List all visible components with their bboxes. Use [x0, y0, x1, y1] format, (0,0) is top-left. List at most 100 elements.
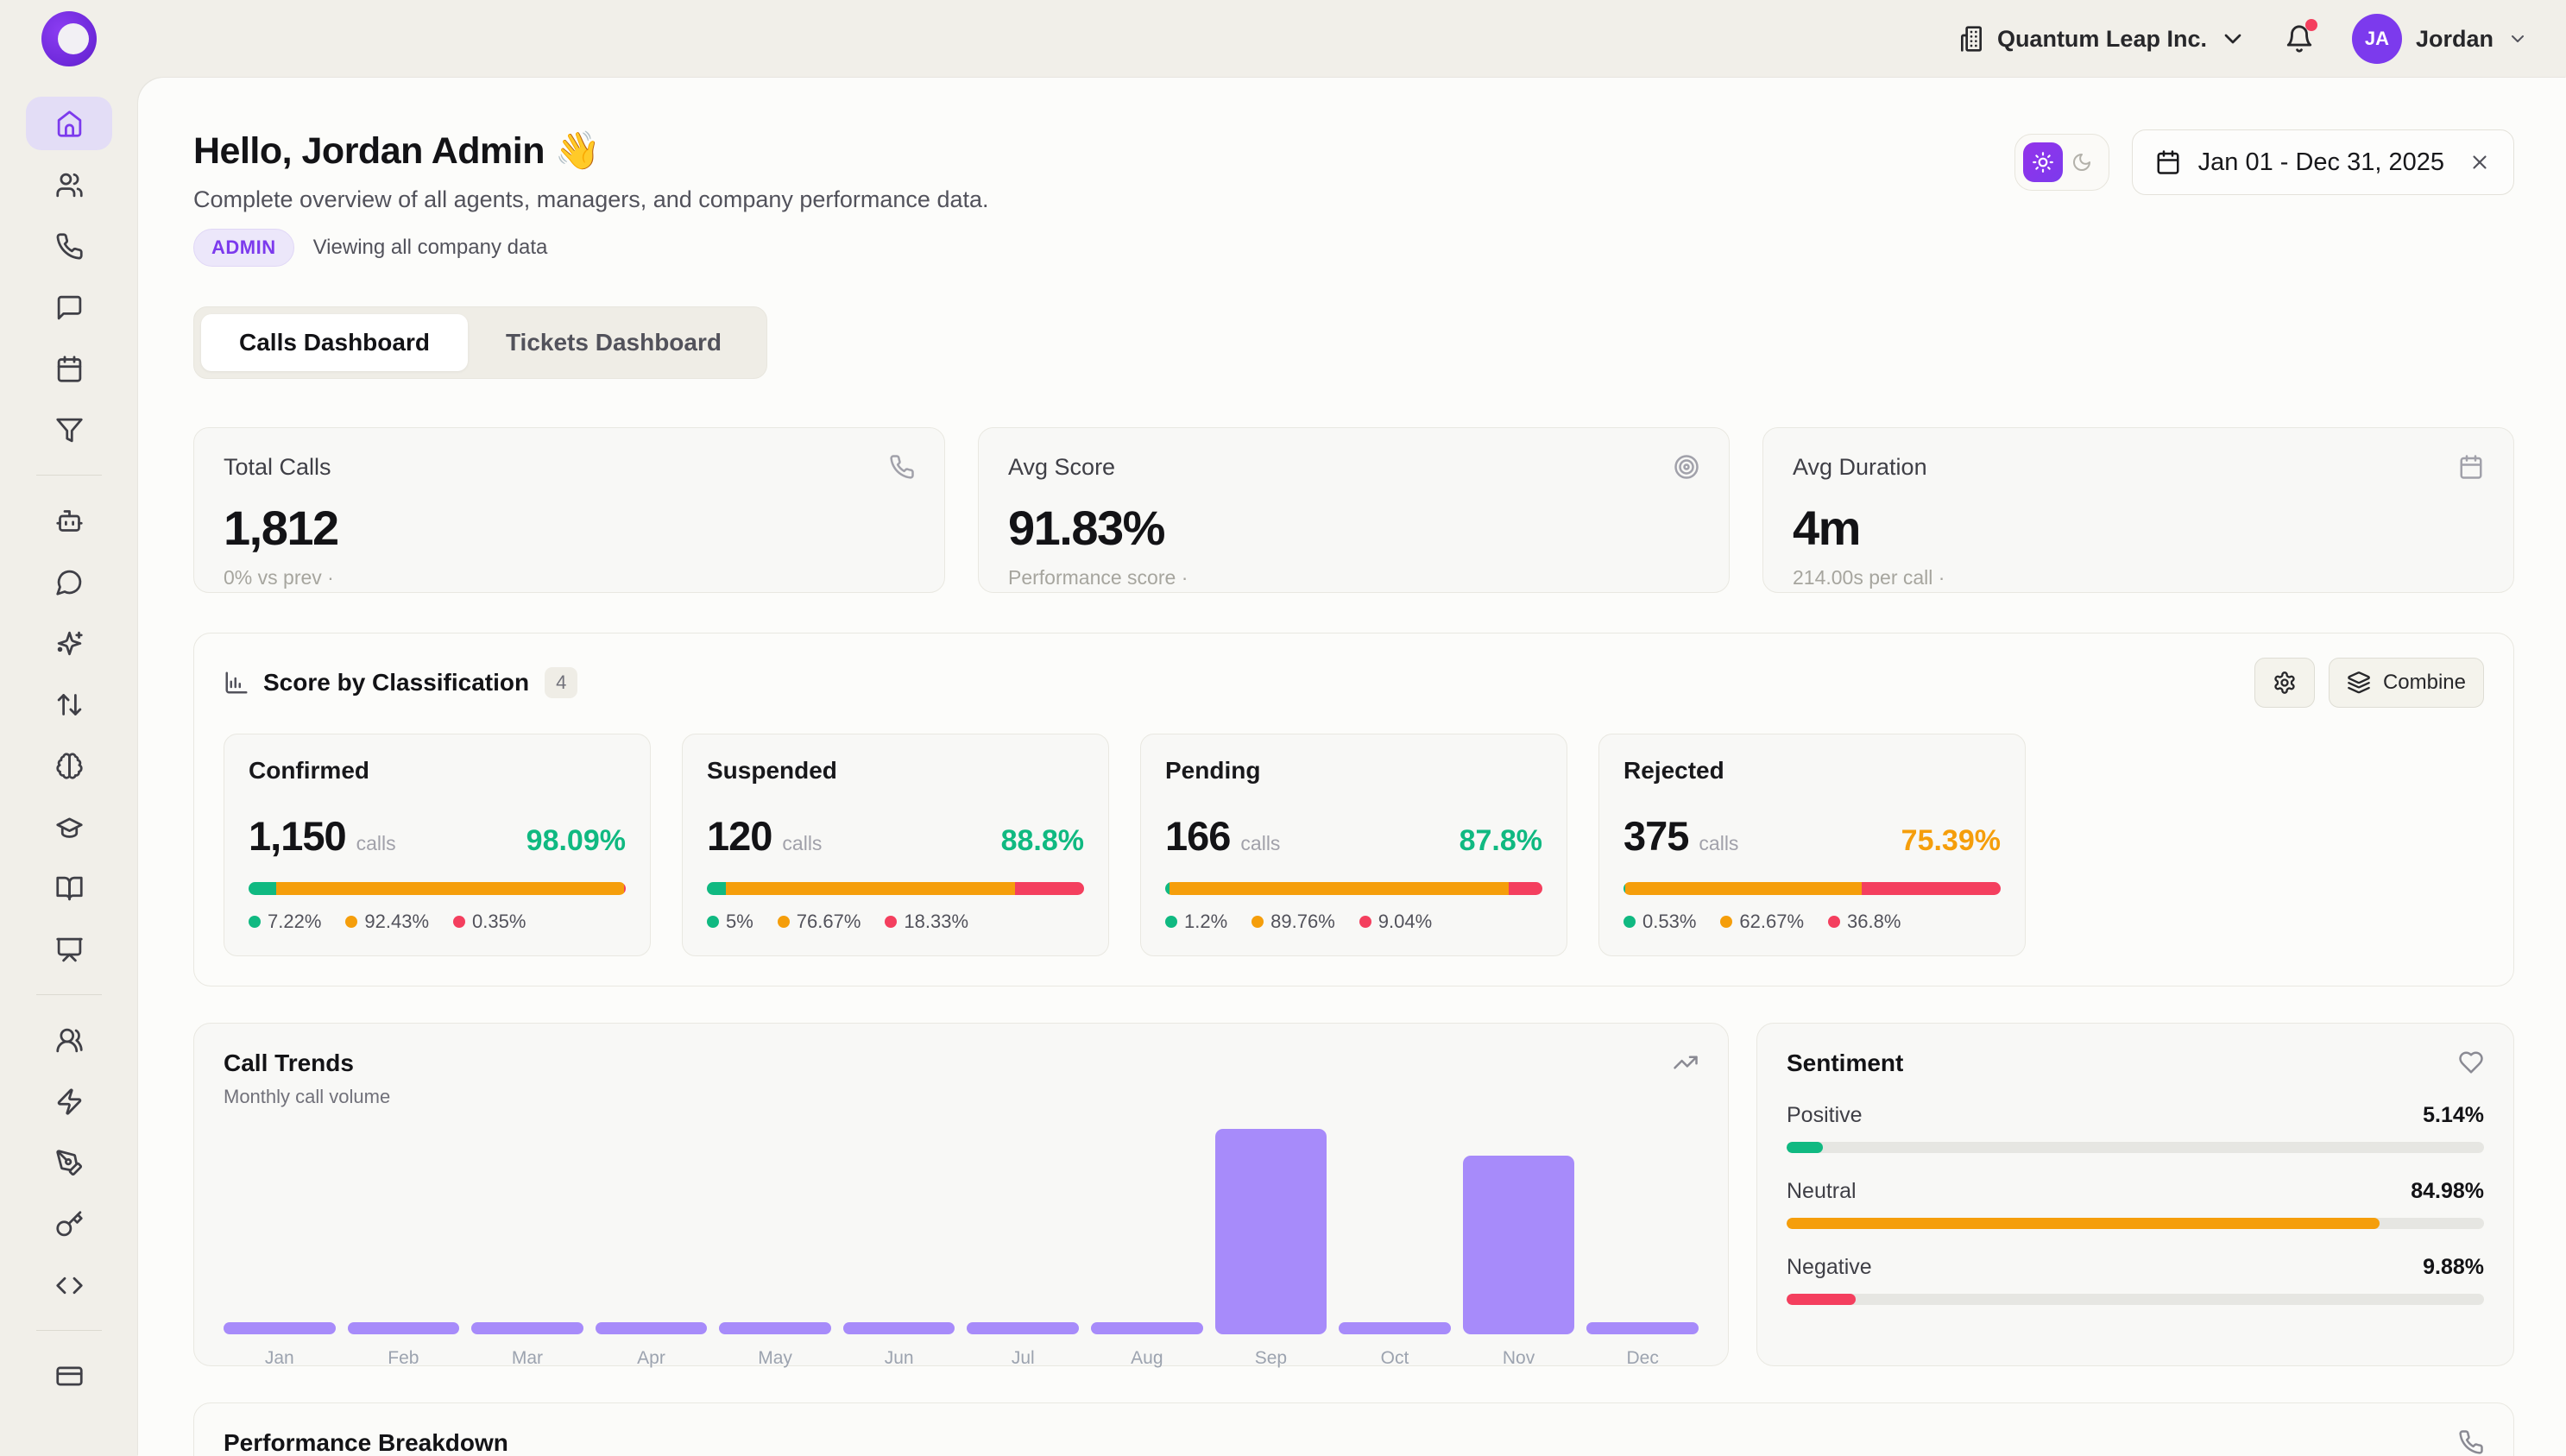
chart-bar[interactable] — [224, 1322, 336, 1334]
legend-dot — [885, 916, 897, 928]
bar-segment — [707, 882, 726, 895]
sentiment-label: Positive — [1787, 1103, 1863, 1128]
light-mode-button[interactable] — [2023, 142, 2063, 182]
call-trends-chart — [224, 1117, 1699, 1334]
sidebar-item-presentation[interactable] — [26, 923, 112, 976]
chart-bar[interactable] — [1215, 1129, 1327, 1334]
bar-segment — [1170, 882, 1508, 895]
chart-bar[interactable] — [1463, 1156, 1575, 1334]
classification-card-suspended: Suspended120calls88.8%5%76.67%18.33% — [682, 734, 1109, 956]
chart-bar[interactable] — [1091, 1322, 1203, 1334]
calendar-icon — [2458, 454, 2484, 480]
credit-card-icon — [55, 1362, 84, 1390]
classification-calls: 375 — [1623, 812, 1688, 860]
legend-item: 0.53% — [1623, 911, 1696, 933]
sidebar-item-message-circle[interactable] — [26, 555, 112, 608]
chart-bar[interactable] — [348, 1322, 460, 1334]
zap-icon — [55, 1087, 84, 1116]
pen-tool-icon — [55, 1149, 84, 1177]
chevron-down-icon — [2219, 25, 2247, 53]
stat-card-avg-score: Avg Score 91.83% Performance score · — [978, 427, 1730, 593]
chart-bar[interactable] — [596, 1322, 708, 1334]
main-panel: Hello, Jordan Admin 👋 Complete overview … — [138, 78, 2566, 1456]
theme-toggle[interactable] — [2014, 134, 2109, 191]
classification-score: 87.8% — [1460, 824, 1542, 858]
sentiment-label: Negative — [1787, 1255, 1872, 1280]
tab-calls-dashboard[interactable]: Calls Dashboard — [201, 314, 468, 371]
sidebar-item-zap[interactable] — [26, 1075, 112, 1128]
chart-bar[interactable] — [719, 1322, 831, 1334]
bar-segment — [624, 882, 626, 895]
sidebar-item-users[interactable] — [26, 158, 112, 211]
axis-label: Jan — [224, 1348, 336, 1369]
sidebar-item-phone[interactable] — [26, 219, 112, 273]
card-title: Sentiment — [1787, 1049, 1903, 1077]
sidebar-item-graduation-cap[interactable] — [26, 800, 112, 854]
date-range-label: Jan 01 - Dec 31, 2025 — [2198, 148, 2444, 177]
classification-legend: 5%76.67%18.33% — [707, 911, 1084, 933]
chart-bar[interactable] — [967, 1322, 1079, 1334]
chart-bar[interactable] — [471, 1322, 583, 1334]
chart-column-dec — [1586, 1117, 1699, 1334]
sidebar-item-message-square[interactable] — [26, 280, 112, 334]
sidebar-item-calendar[interactable] — [26, 342, 112, 395]
classification-card-pending: Pending166calls87.8%1.2%89.76%9.04% — [1140, 734, 1567, 956]
chart-bar[interactable] — [1339, 1322, 1451, 1334]
sidebar-item-bot[interactable] — [26, 494, 112, 547]
chart-column-sep — [1215, 1117, 1327, 1334]
user-menu[interactable]: JA Jordan — [2352, 14, 2528, 64]
sidebar-item-arrows-up-down[interactable] — [26, 678, 112, 731]
sidebar-item-users-round[interactable] — [26, 1013, 112, 1067]
sidebar-item-code[interactable] — [26, 1258, 112, 1312]
axis-label: Oct — [1339, 1348, 1451, 1369]
sidebar-item-filter[interactable] — [26, 403, 112, 457]
bar-segment — [1015, 882, 1084, 895]
phone-icon — [2458, 1429, 2484, 1455]
classification-calls: 166 — [1165, 812, 1230, 860]
chart-bar[interactable] — [843, 1322, 955, 1334]
sidebar-item-home[interactable] — [26, 97, 112, 150]
chart-column-feb — [348, 1117, 460, 1334]
calendar-icon — [2155, 149, 2181, 175]
sidebar-item-key[interactable] — [26, 1197, 112, 1251]
classification-score: 75.39% — [1901, 824, 2001, 858]
classification-score: 88.8% — [1001, 824, 1084, 858]
clear-date-button[interactable] — [2468, 151, 2491, 173]
combine-button[interactable]: Combine — [2329, 658, 2484, 708]
sidebar-divider — [36, 994, 102, 995]
sidebar-item-book-open[interactable] — [26, 861, 112, 915]
section-title: Performance Breakdown — [224, 1429, 508, 1456]
chart-column-nov — [1463, 1117, 1575, 1334]
app-logo[interactable] — [41, 11, 97, 66]
chart-bar[interactable] — [1586, 1322, 1699, 1334]
sidebar-item-credit-card[interactable] — [26, 1349, 112, 1402]
sidebar-item-sparkles[interactable] — [26, 616, 112, 670]
legend-dot — [1165, 916, 1177, 928]
heart-icon — [2458, 1049, 2484, 1075]
tab-tickets-dashboard[interactable]: Tickets Dashboard — [468, 314, 760, 371]
legend-dot — [249, 916, 261, 928]
top-bar: Quantum Leap Inc. JA Jordan — [0, 0, 2566, 78]
classification-name: Confirmed — [249, 757, 626, 785]
company-selector[interactable]: Quantum Leap Inc. — [1958, 25, 2247, 53]
home-icon — [55, 110, 84, 138]
graduation-cap-icon — [55, 813, 84, 841]
legend-dot — [778, 916, 790, 928]
legend-item: 18.33% — [885, 911, 968, 933]
date-range-picker[interactable]: Jan 01 - Dec 31, 2025 — [2132, 129, 2514, 195]
notifications-button[interactable] — [2285, 24, 2314, 54]
message-circle-icon — [55, 568, 84, 596]
phone-icon — [889, 454, 915, 480]
count-badge: 4 — [545, 667, 577, 698]
classification-bar — [1623, 882, 2001, 895]
gear-icon — [2273, 671, 2297, 695]
sidebar-item-pen-tool[interactable] — [26, 1136, 112, 1189]
dark-mode-button[interactable] — [2063, 143, 2101, 181]
layers-icon — [2347, 671, 2371, 695]
settings-button[interactable] — [2254, 658, 2315, 708]
legend-item: 76.67% — [778, 911, 861, 933]
stat-title: Avg Score — [1008, 454, 1115, 481]
sidebar-item-brain[interactable] — [26, 739, 112, 792]
classification-unit: calls — [356, 832, 396, 855]
axis-label: Apr — [596, 1348, 708, 1369]
